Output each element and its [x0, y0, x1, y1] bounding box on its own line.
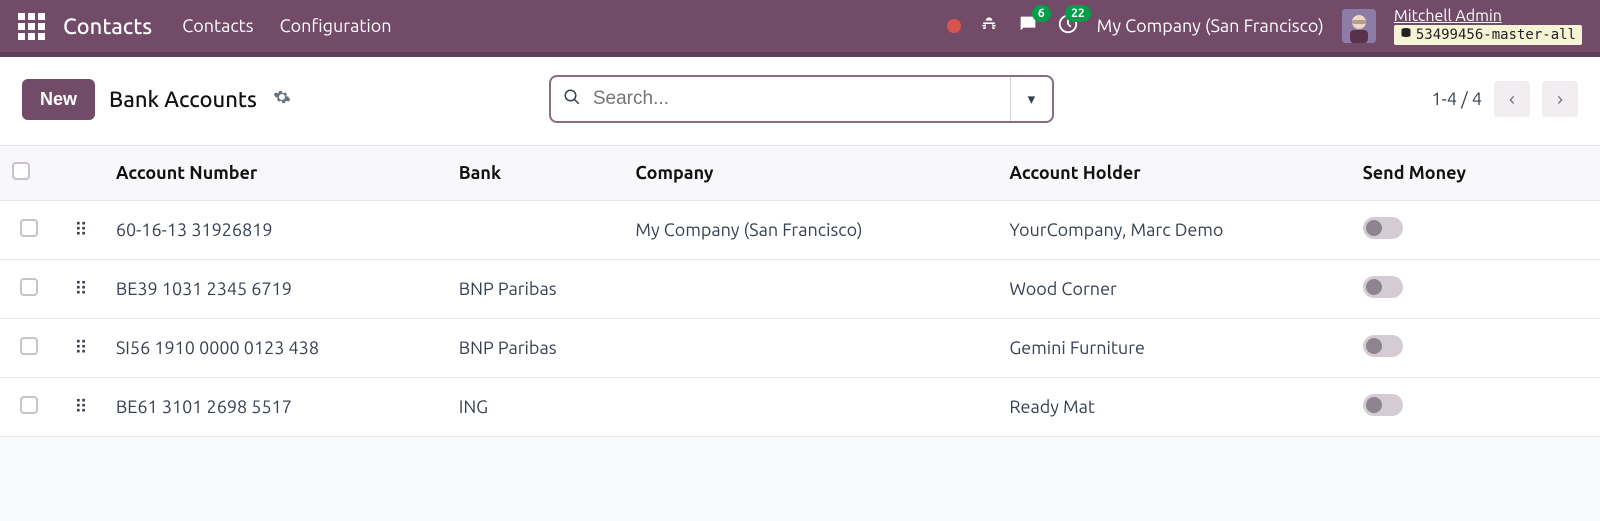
drag-handle-icon[interactable]: ⠿: [74, 397, 87, 417]
column-send-money[interactable]: Send Money: [1351, 146, 1600, 201]
pager-next-button[interactable]: ›: [1542, 81, 1578, 117]
column-company[interactable]: Company: [623, 146, 997, 201]
app-name[interactable]: Contacts: [63, 14, 152, 39]
drag-handle-icon[interactable]: ⠿: [74, 220, 87, 240]
send-money-toggle[interactable]: [1363, 394, 1403, 416]
column-bank[interactable]: Bank: [447, 146, 624, 201]
column-account-number[interactable]: Account Number: [104, 146, 447, 201]
drag-handle-icon[interactable]: ⠿: [74, 338, 87, 358]
row-checkbox[interactable]: [20, 396, 38, 414]
cell-company[interactable]: My Company (San Francisco): [623, 201, 997, 260]
search-icon: [563, 88, 581, 110]
row-checkbox[interactable]: [20, 278, 38, 296]
activities-badge: 22: [1065, 5, 1091, 22]
new-button[interactable]: New: [22, 79, 95, 120]
table-row[interactable]: ⠿ SI56 1910 0000 0123 438BNP Paribas Gemin…: [0, 319, 1600, 378]
main-navbar: Contacts Contacts Configuration 6 22 My …: [0, 0, 1600, 57]
cell-bank[interactable]: BNP Paribas: [447, 319, 624, 378]
send-money-toggle[interactable]: [1363, 217, 1403, 239]
cell-bank[interactable]: [447, 201, 624, 260]
user-name[interactable]: Mitchell Admin: [1394, 7, 1582, 25]
user-block[interactable]: Mitchell Admin 53499456-master-all: [1394, 7, 1582, 45]
table-row[interactable]: ⠿ 60-16-13 31926819 My Company (San Franci…: [0, 201, 1600, 260]
recording-indicator-icon: [947, 19, 961, 33]
cell-account-holder[interactable]: YourCompany, Marc Demo: [997, 201, 1350, 260]
chevron-left-icon: ‹: [1509, 89, 1515, 109]
cell-account-number[interactable]: SI56 1910 0000 0123 438: [104, 319, 447, 378]
pager: 1-4 / 4 ‹ ›: [1431, 81, 1578, 117]
drag-handle-icon[interactable]: ⠿: [74, 279, 87, 299]
caret-down-icon: ▾: [1028, 90, 1036, 108]
control-panel: New Bank Accounts ▾ 1-4 / 4 ‹ ›: [0, 57, 1600, 145]
cell-account-number[interactable]: BE39 1031 2345 6719: [104, 260, 447, 319]
debug-icon[interactable]: [979, 14, 999, 38]
messages-badge: 6: [1032, 5, 1051, 22]
database-name: 53499456-master-all: [1416, 27, 1576, 43]
database-tag: 53499456-master-all: [1394, 25, 1582, 45]
search-box[interactable]: ▾: [549, 75, 1054, 123]
pager-text[interactable]: 1-4 / 4: [1431, 89, 1482, 109]
cell-account-holder[interactable]: Gemini Furniture: [997, 319, 1350, 378]
column-account-holder[interactable]: Account Holder: [997, 146, 1350, 201]
search-dropdown-toggle[interactable]: ▾: [1010, 77, 1052, 121]
cell-company[interactable]: [623, 260, 997, 319]
cell-company[interactable]: [623, 319, 997, 378]
cell-company[interactable]: [623, 378, 997, 437]
table-header-row: Account Number Bank Company Account Hold…: [0, 146, 1600, 201]
table-row[interactable]: ⠿ BE61 3101 2698 5517ING Ready Mat: [0, 378, 1600, 437]
send-money-toggle[interactable]: [1363, 335, 1403, 357]
avatar[interactable]: [1342, 9, 1376, 43]
row-checkbox[interactable]: [20, 219, 38, 237]
breadcrumb: Bank Accounts: [109, 87, 257, 112]
chevron-right-icon: ›: [1557, 89, 1563, 109]
search-input[interactable]: [593, 88, 1010, 110]
table-row[interactable]: ⠿ BE39 1031 2345 6719BNP Paribas Wood Corn…: [0, 260, 1600, 319]
menu-configuration[interactable]: Configuration: [280, 16, 392, 36]
cell-account-holder[interactable]: Ready Mat: [997, 378, 1350, 437]
menu-contacts[interactable]: Contacts: [182, 16, 253, 36]
apps-icon[interactable]: [18, 13, 45, 40]
bank-accounts-table: Account Number Bank Company Account Hold…: [0, 145, 1600, 437]
activities-button[interactable]: 22: [1057, 13, 1079, 39]
cell-account-number[interactable]: BE61 3101 2698 5517: [104, 378, 447, 437]
company-switcher[interactable]: My Company (San Francisco): [1097, 16, 1324, 36]
pager-prev-button[interactable]: ‹: [1494, 81, 1530, 117]
cell-bank[interactable]: BNP Paribas: [447, 260, 624, 319]
gear-icon[interactable]: [273, 88, 291, 110]
cell-account-holder[interactable]: Wood Corner: [997, 260, 1350, 319]
messaging-button[interactable]: 6: [1017, 13, 1039, 39]
cell-account-number[interactable]: 60-16-13 31926819: [104, 201, 447, 260]
database-icon: [1400, 27, 1412, 43]
select-all-checkbox[interactable]: [12, 162, 30, 180]
row-checkbox[interactable]: [20, 337, 38, 355]
send-money-toggle[interactable]: [1363, 276, 1403, 298]
cell-bank[interactable]: ING: [447, 378, 624, 437]
